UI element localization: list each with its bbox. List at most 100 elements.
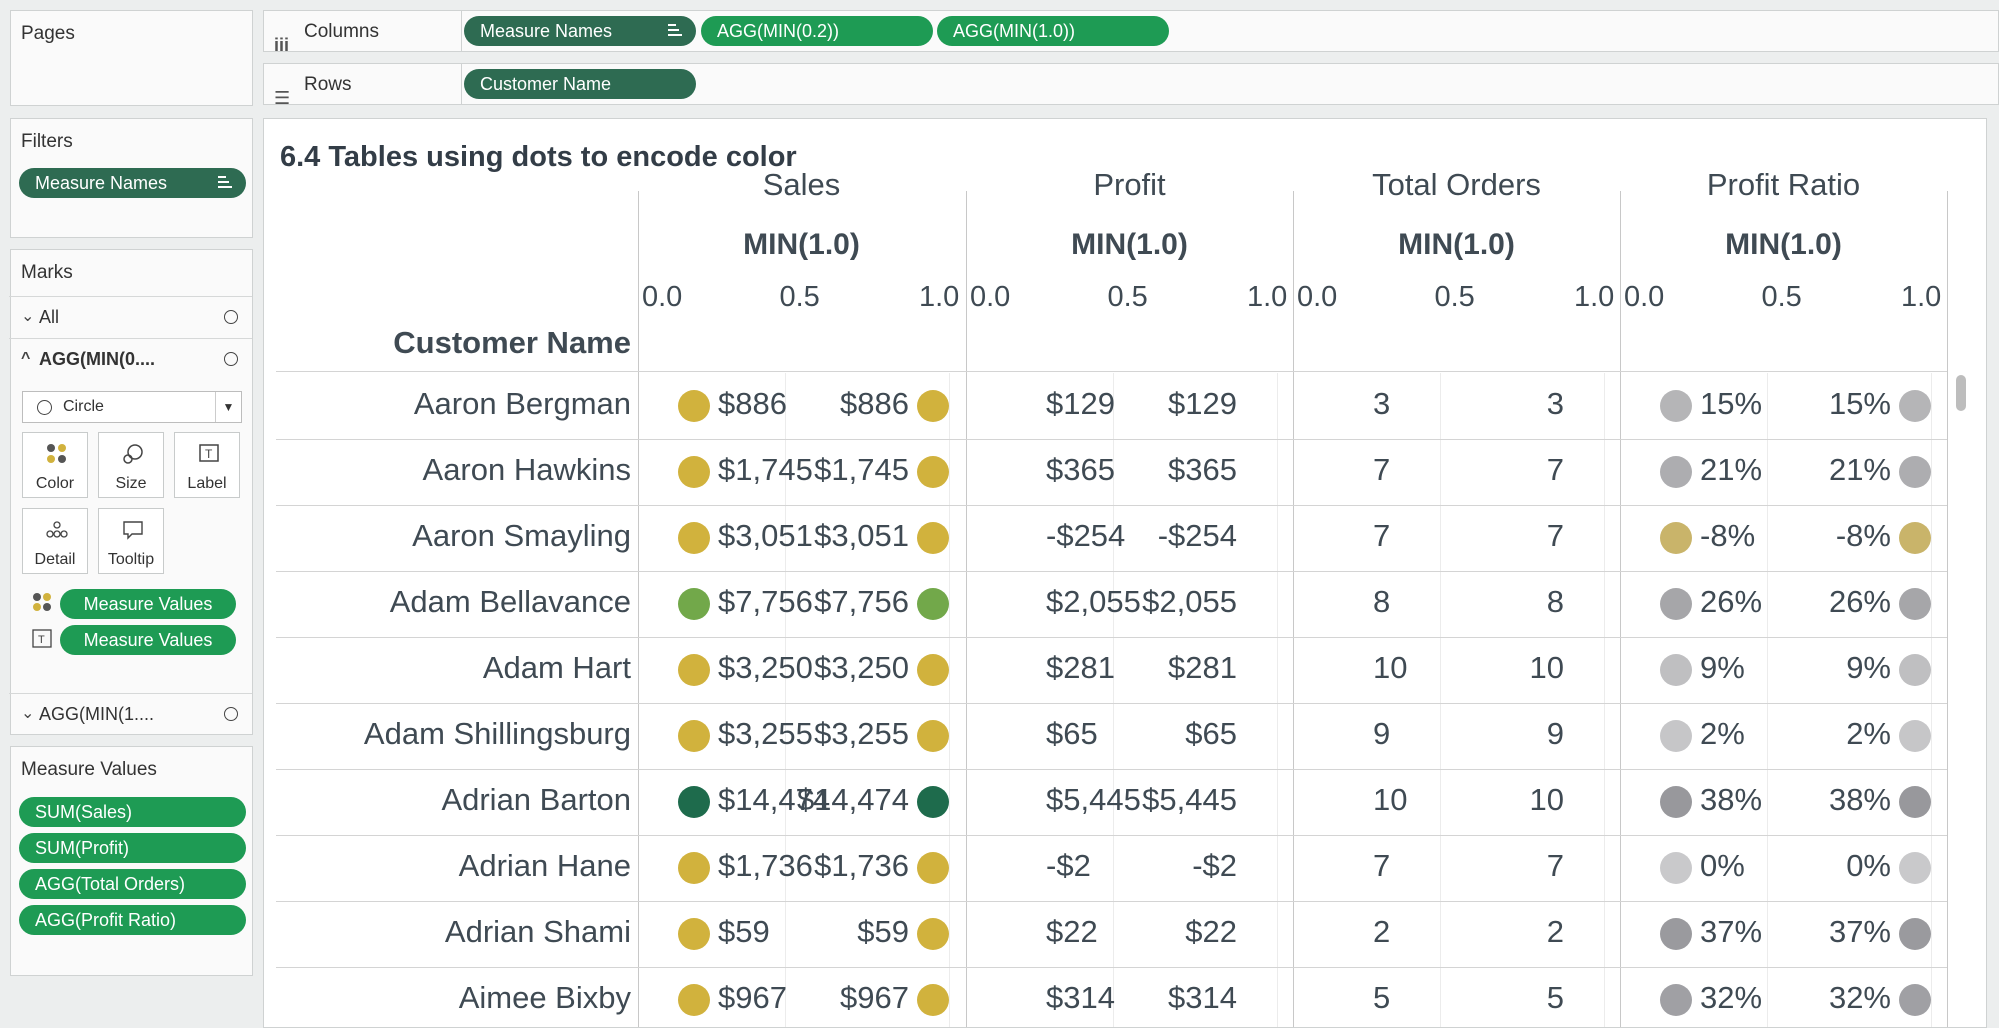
sales-value-max: $3,250 <box>814 650 909 685</box>
rows-pill-customer-name[interactable]: Customer Name <box>464 69 696 99</box>
pages-panel[interactable]: Pages <box>10 10 253 106</box>
measure-value-pill-total-orders[interactable]: AGG(Total Orders) <box>19 869 246 899</box>
orders-value-min: 9 <box>1373 716 1391 751</box>
chevron-up-icon: ^ <box>21 350 31 367</box>
profit-ratio-value-max: -8% <box>1835 518 1891 553</box>
sales-value-max: $3,051 <box>814 518 909 553</box>
axis-tick-label: 1.0 <box>919 281 960 313</box>
axis-tick-label: 0.5 <box>1761 281 1802 313</box>
axis-tick-label: 0.5 <box>779 281 820 313</box>
profit-ratio-value-max: 0% <box>1846 848 1891 883</box>
marks-color-pill-measure-values[interactable]: Measure Values <box>60 589 236 619</box>
orders-value-max: 7 <box>1546 848 1564 883</box>
column-sub-header: MIN(1.0) <box>1725 228 1842 261</box>
orders-value-min: 10 <box>1373 650 1408 685</box>
columns-pill-agg-min-02[interactable]: AGG(MIN(0.2)) <box>701 16 933 46</box>
row-divider <box>276 571 1947 572</box>
rows-icon: ☰ <box>274 88 291 108</box>
sales-dot-min <box>678 984 710 1016</box>
dropdown-arrow-icon[interactable]: ▼ <box>215 392 241 422</box>
columns-shelf-label: iii Columns <box>264 11 462 55</box>
profit-value-min: -$2 <box>1046 848 1091 883</box>
customer-name-cell: Aaron Bergman <box>413 386 631 421</box>
column-divider <box>1620 191 1621 1027</box>
profit-ratio-dot-max <box>1899 852 1931 884</box>
sales-dot-max <box>917 918 949 950</box>
profit-ratio-value-max: 32% <box>1828 980 1891 1015</box>
rows-shelf[interactable]: ☰ Rows Customer Name <box>263 63 1999 108</box>
sales-value-min: $7,756 <box>718 584 813 619</box>
sales-dot-max <box>917 588 949 620</box>
columns-pill-measure-names[interactable]: Measure Names <box>464 16 696 46</box>
sales-value-min: $1,736 <box>718 848 813 883</box>
columns-shelf[interactable]: iii Columns Measure Names AGG(MIN(0.2)) … <box>263 10 1999 55</box>
sales-value-max: $1,736 <box>814 848 909 883</box>
sort-icon <box>668 24 682 38</box>
marks-color-button[interactable]: Color <box>22 432 88 498</box>
customer-name-cell: Adrian Shami <box>444 914 631 949</box>
profit-ratio-value-min: 37% <box>1700 914 1763 949</box>
sales-value-min: $1,745 <box>718 452 813 487</box>
profit-ratio-value-min: 9% <box>1700 650 1745 685</box>
profit-ratio-value-min: 21% <box>1700 452 1763 487</box>
marks-label-pill-measure-values[interactable]: Measure Values <box>60 625 236 655</box>
sales-dot-max <box>917 984 949 1016</box>
marks-detail-button[interactable]: Detail <box>22 508 88 574</box>
measure-value-pill-profit-ratio[interactable]: AGG(Profit Ratio) <box>19 905 246 935</box>
columns-pill-agg-min-10[interactable]: AGG(MIN(1.0)) <box>937 16 1169 46</box>
worksheet-view[interactable]: 6.4 Tables using dots to encode color Cu… <box>263 118 1987 1028</box>
marks-tooltip-button[interactable]: Tooltip <box>98 508 164 574</box>
marks-all-row[interactable]: ⌄ All <box>9 296 252 336</box>
marks-size-button[interactable]: Size <box>98 432 164 498</box>
customer-name-cell: Adrian Barton <box>441 782 631 817</box>
vertical-scrollbar[interactable] <box>1956 375 1966 411</box>
sales-dot-max <box>917 852 949 884</box>
detail-icon <box>46 519 68 541</box>
marks-agg-min-02-row[interactable]: ^ AGG(MIN(0.... <box>9 338 252 378</box>
profit-ratio-value-max: 2% <box>1846 716 1891 751</box>
filters-panel[interactable]: Filters Measure Names <box>10 118 253 238</box>
sales-dot-min <box>678 918 710 950</box>
sales-dot-min <box>678 390 710 422</box>
measure-values-panel[interactable]: Measure Values SUM(Sales) SUM(Profit) AG… <box>10 746 253 976</box>
row-divider <box>276 967 1947 968</box>
measure-value-pill-sum-profit[interactable]: SUM(Profit) <box>19 833 246 863</box>
orders-value-max: 8 <box>1546 584 1564 619</box>
profit-ratio-dot-min <box>1660 984 1692 1016</box>
measure-value-pill-sum-sales[interactable]: SUM(Sales) <box>19 797 246 827</box>
profit-ratio-value-min: 0% <box>1700 848 1745 883</box>
tooltip-icon <box>122 519 144 541</box>
orders-value-min: 7 <box>1373 518 1391 553</box>
mark-type-select[interactable]: Circle ▼ <box>22 391 242 423</box>
top-tab-strip <box>0 0 1999 8</box>
filter-pill-measure-names[interactable]: Measure Names <box>19 168 246 198</box>
marks-label-button[interactable]: T Label <box>174 432 240 498</box>
sales-dot-max <box>917 522 949 554</box>
profit-ratio-value-max: 38% <box>1828 782 1891 817</box>
row-divider <box>276 439 1947 440</box>
orders-value-max: 2 <box>1546 914 1564 949</box>
circle-icon <box>37 400 52 415</box>
marks-agg-min-10-row[interactable]: ⌄ AGG(MIN(1.... <box>9 693 252 733</box>
sales-value-min: $3,051 <box>718 518 813 553</box>
orders-value-min: 5 <box>1373 980 1391 1015</box>
row-divider <box>276 835 1947 836</box>
profit-ratio-value-min: 26% <box>1700 584 1763 619</box>
orders-value-max: 9 <box>1546 716 1564 751</box>
sales-value-max: $886 <box>840 386 909 421</box>
sales-value-min: $3,250 <box>718 650 813 685</box>
customer-name-cell: Adrian Hane <box>458 848 631 883</box>
profit-ratio-dot-min <box>1660 456 1692 488</box>
sales-dot-max <box>917 654 949 686</box>
filters-title: Filters <box>21 131 73 152</box>
row-divider <box>276 637 1947 638</box>
row-divider <box>276 703 1947 704</box>
sales-dot-max <box>917 720 949 752</box>
sales-value-max: $14,474 <box>796 782 909 817</box>
orders-value-min: 7 <box>1373 452 1391 487</box>
profit-ratio-dot-min <box>1660 522 1692 554</box>
customer-name-cell: Aaron Hawkins <box>422 452 631 487</box>
sales-dot-min <box>678 654 710 686</box>
orders-value-max: 3 <box>1546 386 1564 421</box>
chevron-down-icon: ⌄ <box>21 705 35 722</box>
